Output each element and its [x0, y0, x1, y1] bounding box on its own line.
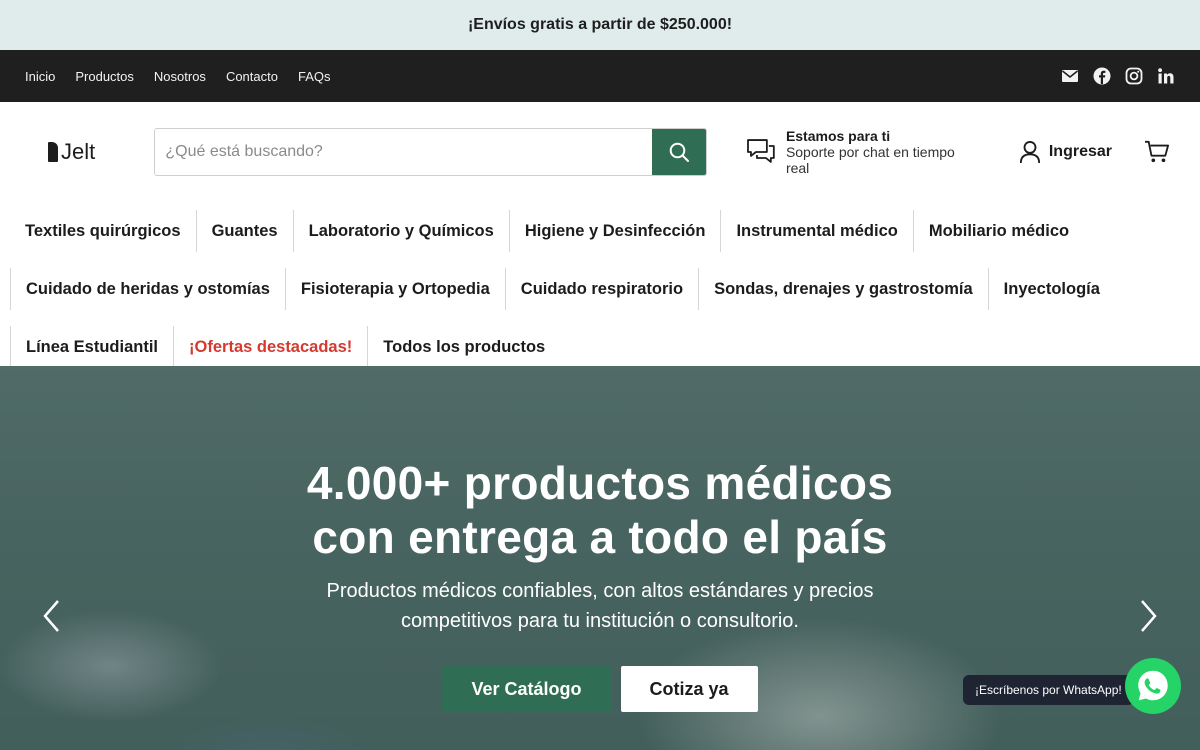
- nav-link-productos[interactable]: Productos: [75, 69, 134, 84]
- slider-next-button[interactable]: [1136, 598, 1160, 634]
- category-ofertas-destacadas[interactable]: ¡Ofertas destacadas!: [173, 326, 367, 368]
- login-link[interactable]: Ingresar: [1019, 139, 1112, 165]
- linkedin-icon[interactable]: [1157, 67, 1175, 85]
- whatsapp-icon: [1138, 670, 1168, 701]
- category-cuidado-heridas[interactable]: Cuidado de heridas y ostomías: [10, 268, 285, 310]
- nav-link-faqs[interactable]: FAQs: [298, 69, 331, 84]
- nav-link-nosotros[interactable]: Nosotros: [154, 69, 206, 84]
- category-laboratorio-quimicos[interactable]: Laboratorio y Químicos: [292, 210, 509, 252]
- chat-icon: [747, 139, 775, 163]
- login-label: Ingresar: [1048, 143, 1112, 160]
- cart-icon: [1145, 140, 1169, 163]
- category-higiene-desinfeccion[interactable]: Higiene y Desinfección: [508, 210, 721, 252]
- quote-button[interactable]: Cotiza ya: [620, 666, 758, 712]
- facebook-icon[interactable]: [1093, 67, 1111, 85]
- nav-link-contacto[interactable]: Contacto: [226, 69, 278, 84]
- announcement-text: ¡Envíos gratis a partir de $250.000!: [467, 16, 733, 33]
- category-sondas-drenajes[interactable]: Sondas, drenajes y gastrostomía: [698, 268, 988, 310]
- social-links: [1061, 67, 1175, 85]
- logo[interactable]: Jelt: [48, 139, 154, 165]
- catalog-button[interactable]: Ver Catálogo: [442, 666, 611, 712]
- hero-title: 4.000+ productos médicos con entrega a t…: [306, 457, 894, 563]
- top-nav-links: Inicio Productos Nosotros Contacto FAQs: [25, 69, 331, 84]
- category-cuidado-respiratorio[interactable]: Cuidado respiratorio: [504, 268, 698, 310]
- whatsapp-tooltip: ¡Escríbenos por WhatsApp!: [963, 675, 1134, 705]
- category-textiles-quirurgicos[interactable]: Textiles quirúrgicos: [10, 210, 196, 252]
- chat-support-text: Estamos para ti Soporte por chat en tiem…: [786, 128, 981, 176]
- whatsapp-button[interactable]: [1125, 658, 1181, 714]
- search-button[interactable]: [652, 129, 707, 175]
- category-mobiliario-medico[interactable]: Mobiliario médico: [912, 210, 1084, 252]
- mail-icon[interactable]: [1061, 67, 1079, 85]
- user-icon: [1019, 141, 1040, 164]
- search-icon: [669, 142, 690, 162]
- category-guantes[interactable]: Guantes: [195, 210, 293, 252]
- logo-mark-icon: [48, 142, 58, 162]
- site-header: Jelt Estamos para ti Soporte por chat en…: [0, 102, 1200, 202]
- category-linea-estudiantil[interactable]: Línea Estudiantil: [10, 326, 173, 368]
- category-instrumental-medico[interactable]: Instrumental médico: [720, 210, 912, 252]
- support-title: Estamos para ti: [785, 128, 891, 144]
- search-input[interactable]: [155, 129, 653, 175]
- category-inyectologia[interactable]: Inyectología: [987, 268, 1115, 310]
- instagram-icon[interactable]: [1125, 67, 1143, 85]
- chevron-right-icon: [1141, 600, 1157, 632]
- search-bar: [154, 128, 708, 176]
- logo-text: Jelt: [61, 139, 96, 164]
- category-row: Textiles quirúrgicos Guantes Laboratorio…: [10, 202, 1200, 260]
- category-menu: Textiles quirúrgicos Guantes Laboratorio…: [0, 202, 1200, 376]
- category-fisioterapia-ortopedia[interactable]: Fisioterapia y Ortopedia: [284, 268, 505, 310]
- hero-subtitle: Productos médicos confiables, con altos …: [326, 580, 874, 632]
- chevron-left-icon: [43, 600, 59, 632]
- cart-button[interactable]: [1144, 140, 1170, 164]
- slider-prev-button[interactable]: [40, 598, 64, 634]
- category-row: Cuidado de heridas y ostomías Fisioterap…: [10, 260, 1200, 318]
- announcement-bar: ¡Envíos gratis a partir de $250.000!: [0, 0, 1200, 50]
- hero-content: 4.000+ productos médicos con entrega a t…: [0, 456, 1200, 712]
- top-nav: Inicio Productos Nosotros Contacto FAQs: [0, 50, 1200, 102]
- category-todos-productos[interactable]: Todos los productos: [367, 326, 560, 368]
- chat-support[interactable]: Estamos para ti Soporte por chat en tiem…: [746, 128, 981, 176]
- support-subtitle: Soporte por chat en tiempo real: [785, 144, 955, 176]
- nav-link-inicio[interactable]: Inicio: [25, 69, 55, 84]
